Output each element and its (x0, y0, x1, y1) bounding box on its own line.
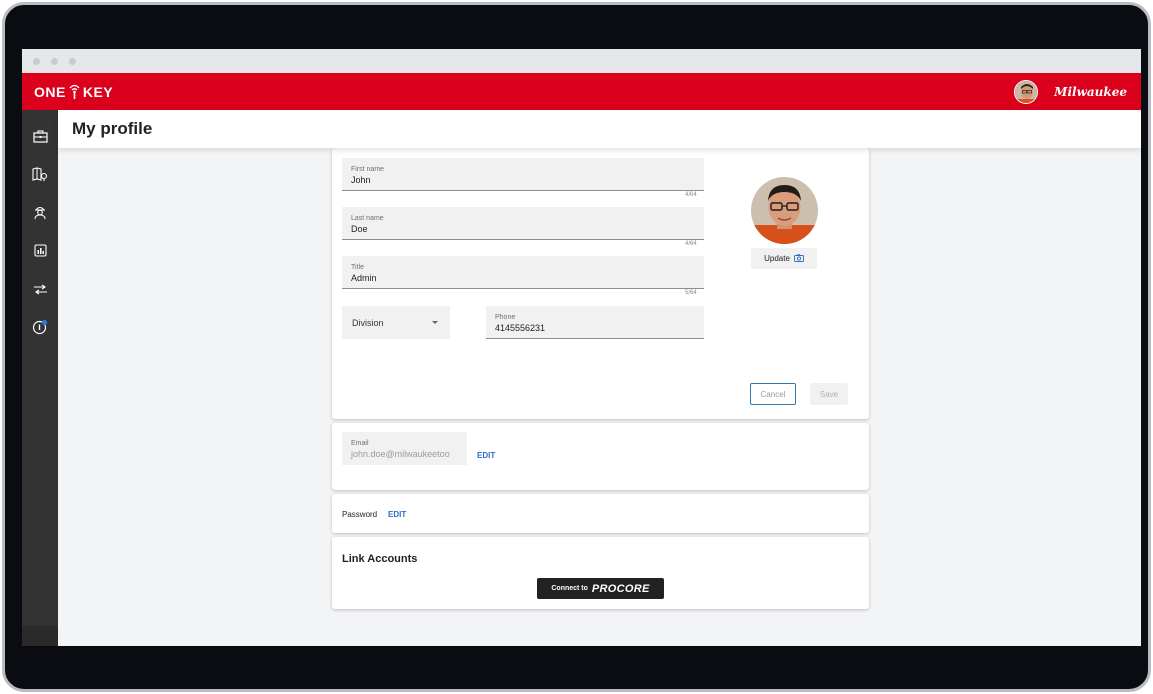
profile-card: First name John 4/64 Last name Doe 4/64 … (332, 148, 869, 419)
link-accounts-card: Link Accounts Connect to PROCORE (332, 537, 869, 609)
top-navigation-bar: ONE KEY Milwaukee (22, 73, 1141, 110)
first-name-counter: 4/64 (685, 192, 697, 198)
update-label: Update (764, 254, 790, 263)
sidebar-item-reports[interactable] (22, 234, 58, 272)
caret-down-icon (432, 321, 438, 324)
topbar-right: Milwaukee (1014, 79, 1127, 104)
email-value: john.doe@milwaukeetoo (351, 449, 450, 459)
procore-logo-text: PROCORE (591, 582, 650, 595)
logo-text-key: KEY (82, 83, 114, 100)
one-key-logo[interactable]: ONE KEY (34, 84, 113, 100)
report-icon (33, 244, 47, 262)
connect-prefix-text: Connect to (551, 585, 588, 592)
first-name-field[interactable]: First name John (342, 158, 704, 191)
title-label: Title (351, 264, 364, 271)
milwaukee-logo: Milwaukee (1054, 84, 1127, 99)
phone-field[interactable]: Phone 4145556231 (486, 306, 704, 339)
sidebar-item-inventory[interactable] (22, 120, 58, 158)
division-select[interactable]: Division (342, 306, 450, 339)
user-avatar[interactable] (1014, 79, 1039, 104)
phone-value[interactable]: 4145556231 (495, 323, 695, 333)
cancel-button[interactable]: Cancel (750, 383, 796, 405)
window-chrome (22, 49, 1141, 73)
password-label: Password (342, 510, 378, 519)
edit-email-link[interactable]: EDIT (477, 451, 495, 460)
last-name-value[interactable]: Doe (351, 224, 695, 234)
last-name-field[interactable]: Last name Doe (342, 207, 704, 240)
map-pin-icon (32, 167, 48, 187)
device-frame: ONE KEY Milwaukee My profile First name … (2, 2, 1151, 692)
last-name-counter: 4/64 (685, 241, 697, 247)
email-field: Email john.doe@milwaukeetoo (342, 432, 467, 465)
sidebar (22, 110, 58, 646)
window-dot-minimize[interactable] (51, 57, 58, 65)
sidebar-item-transfers[interactable] (22, 272, 58, 310)
title-counter: 5/64 (685, 290, 697, 296)
email-card: Email john.doe@milwaukeetoo EDIT (332, 423, 869, 490)
save-button[interactable]: Save (810, 383, 848, 405)
camera-icon (793, 253, 804, 264)
connect-procore-button[interactable]: Connect to PROCORE (537, 578, 664, 599)
title-field[interactable]: Title Admin (342, 256, 704, 289)
browser-window: ONE KEY Milwaukee My profile First name … (22, 49, 1141, 646)
division-label: Division (352, 317, 384, 328)
transfer-icon (33, 282, 48, 300)
phone-label: Phone (495, 314, 516, 321)
edit-password-link[interactable]: EDIT (388, 510, 406, 519)
window-dot-maximize[interactable] (69, 57, 76, 65)
sidebar-footer (22, 626, 58, 646)
logo-text-one: ONE (34, 83, 66, 100)
toolbox-icon (32, 130, 48, 148)
info-icon (32, 319, 48, 340)
password-card: Password EDIT (332, 494, 869, 533)
profile-photo (751, 177, 818, 244)
window-dot-close[interactable] (33, 57, 40, 65)
worker-icon (33, 205, 47, 225)
page-title: My profile (72, 119, 153, 138)
last-name-label: Last name (351, 215, 384, 222)
title-value[interactable]: Admin (351, 273, 695, 283)
sidebar-item-info[interactable] (22, 310, 58, 348)
page-header: My profile (58, 110, 1141, 148)
link-accounts-title: Link Accounts (342, 553, 418, 565)
sidebar-item-people[interactable] (22, 196, 58, 234)
email-label: Email (351, 440, 369, 447)
signal-key-icon (69, 84, 80, 99)
first-name-value[interactable]: John (351, 175, 695, 185)
sidebar-item-places[interactable] (22, 158, 58, 196)
update-photo-button[interactable]: Update (751, 248, 817, 269)
first-name-label: First name (351, 166, 385, 173)
